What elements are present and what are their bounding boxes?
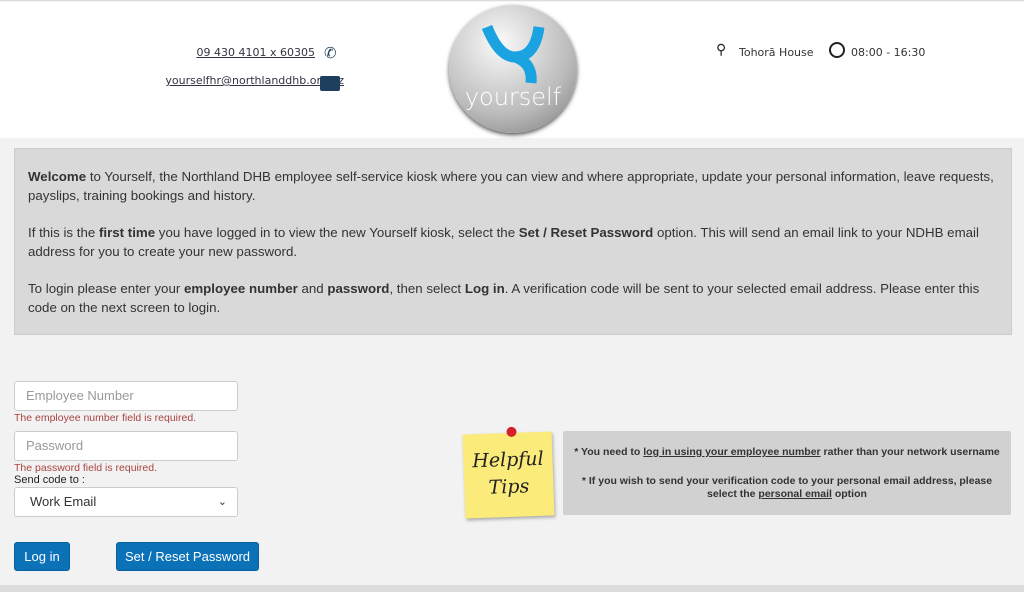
clock-icon (829, 42, 845, 58)
header: 09 430 4101 x 60305 ✆ yourselfhr@northla… (0, 2, 1024, 138)
password-input[interactable]: Password (14, 431, 238, 461)
send-code-select[interactable]: Work Email ⌄ (14, 487, 238, 517)
map-pin-icon: ⚲ (716, 41, 727, 57)
login-instructions: To login please enter your employee numb… (28, 281, 980, 315)
tips-panel: * You need to log in using your employee… (563, 431, 1011, 515)
first-time-text: If this is the first time you have logge… (28, 225, 979, 259)
employee-number-input[interactable]: Employee Number (14, 381, 238, 411)
envelope-icon (320, 76, 340, 91)
chevron-down-icon: ⌄ (217, 496, 227, 508)
password-error: The password field is required. (14, 462, 157, 474)
logo: yourself (449, 5, 577, 133)
welcome-panel: Welcome to Yourself, the Northland DHB e… (14, 148, 1012, 335)
welcome-text: Welcome to Yourself, the Northland DHB e… (28, 169, 994, 203)
pin-icon (506, 426, 517, 438)
phone-icon: ✆ (324, 45, 337, 62)
helpful-tips-note: Helpful Tips (462, 426, 555, 519)
phone-link[interactable]: 09 430 4101 x 60305 (197, 46, 315, 59)
hours: 08:00 - 16:30 (851, 46, 926, 59)
login-button[interactable]: Log in (14, 542, 70, 571)
reset-password-button[interactable]: Set / Reset Password (116, 542, 259, 571)
send-code-label: Send code to : (14, 474, 85, 486)
employee-number-error: The employee number field is required. (14, 412, 197, 424)
location: Tohorā House (739, 46, 814, 59)
email-link[interactable]: yourselfhr@northlanddhb.org.nz (165, 74, 344, 87)
